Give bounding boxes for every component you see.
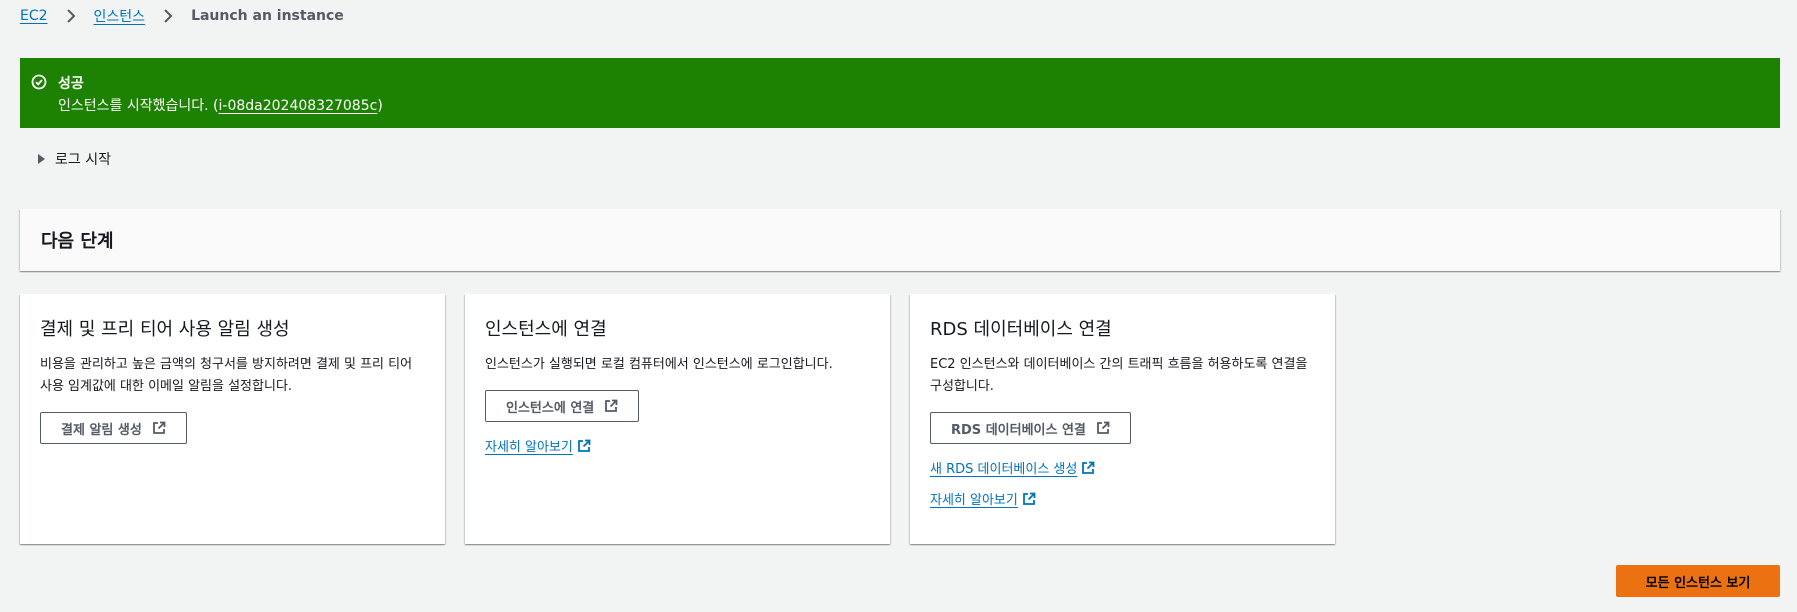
rds-connect-card: RDS 데이터베이스 연결 EC2 인스턴스와 데이터베이스 간의 트래픽 흐름… [910, 294, 1335, 544]
next-steps-header: 다음 단계 [20, 209, 1780, 271]
card-description: 인스턴스가 실행되면 로컬 컴퓨터에서 인스턴스에 로그인합니다. [485, 357, 833, 372]
check-circle-icon [31, 74, 47, 90]
flash-title: 성공 [58, 76, 84, 92]
button-label: 결제 알림 생성 [61, 422, 142, 438]
link-label: 자세히 알아보기 [485, 440, 573, 455]
external-link-icon [577, 439, 591, 452]
create-rds-database-link[interactable]: 새 RDS 데이터베이스 생성 [930, 458, 1095, 477]
flash-message: 인스턴스를 시작했습니다. (i-08da202408327085c) [58, 95, 383, 115]
learn-more-link[interactable]: 자세히 알아보기 [930, 489, 1036, 508]
flash-message-suffix: ) [377, 98, 383, 114]
card-title: 결제 및 프리 티어 사용 알림 생성 [40, 319, 290, 340]
view-all-instances-button[interactable]: 모든 인스턴스 보기 [1616, 565, 1780, 597]
external-link-icon [1097, 421, 1110, 434]
success-flash-banner: 성공 인스턴스를 시작했습니다. (i-08da202408327085c) [20, 58, 1780, 128]
connect-instance-card: 인스턴스에 연결 인스턴스가 실행되면 로컬 컴퓨터에서 인스턴스에 로그인합니… [465, 294, 890, 544]
card-title: RDS 데이터베이스 연결 [930, 319, 1112, 340]
chevron-right-icon [60, 6, 82, 26]
learn-more-link[interactable]: 자세히 알아보기 [485, 436, 591, 455]
card-actions: 인스턴스에 연결 자세히 알아보기 [485, 390, 870, 455]
external-link-icon [605, 399, 618, 412]
connect-instance-button[interactable]: 인스턴스에 연결 [485, 390, 640, 422]
external-link-icon [1022, 492, 1036, 505]
create-billing-alert-button[interactable]: 결제 알림 생성 [40, 412, 187, 444]
instance-id-link[interactable]: i-08da202408327085c [219, 98, 378, 114]
card-description: EC2 인스턴스와 데이터베이스 간의 트래픽 흐름을 허용하도록 연결을 구성… [930, 357, 1308, 394]
connect-rds-database-button[interactable]: RDS 데이터베이스 연결 [930, 412, 1131, 444]
card-actions: RDS 데이터베이스 연결 새 RDS 데이터베이스 생성 자세히 알아보기 [930, 412, 1315, 508]
launch-log-expander[interactable]: 로그 시작 [38, 149, 111, 169]
breadcrumb: EC2 인스턴스 Launch an instance [20, 6, 344, 26]
chevron-right-icon [157, 6, 179, 26]
flash-message-prefix: 인스턴스를 시작했습니다. ( [58, 98, 219, 114]
launch-log-label: 로그 시작 [55, 152, 111, 168]
breadcrumb-instances[interactable]: 인스턴스 [94, 6, 146, 26]
card-description: 비용을 관리하고 높은 금액의 청구서를 방지하려면 결제 및 프리 티어 사용… [40, 357, 413, 394]
external-link-icon [152, 421, 166, 434]
next-steps-title: 다음 단계 [41, 231, 114, 252]
caret-right-icon [38, 154, 45, 164]
breadcrumb-ec2[interactable]: EC2 [20, 8, 48, 24]
button-label: 인스턴스에 연결 [506, 400, 595, 416]
link-label: 자세히 알아보기 [930, 493, 1018, 508]
card-title: 인스턴스에 연결 [485, 319, 607, 340]
breadcrumb-current: Launch an instance [191, 8, 344, 24]
billing-alert-card: 결제 및 프리 티어 사용 알림 생성 비용을 관리하고 높은 금액의 청구서를… [20, 294, 445, 544]
external-link-icon [1082, 461, 1095, 474]
button-label: RDS 데이터베이스 연결 [951, 422, 1086, 438]
link-label: 새 RDS 데이터베이스 생성 [930, 462, 1078, 477]
